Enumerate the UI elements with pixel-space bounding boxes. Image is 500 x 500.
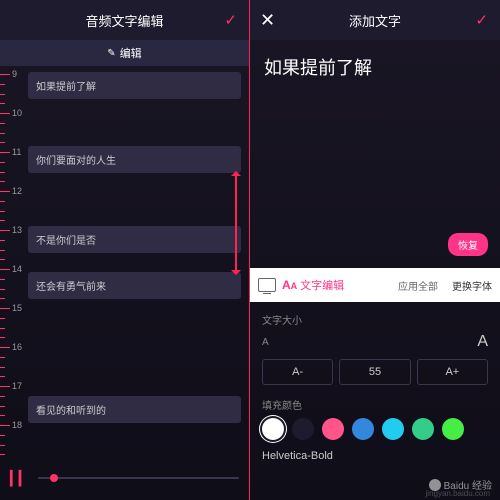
time-ruler: 9 10 11 12 13 14 15 16 17 18	[0, 66, 22, 456]
font-aa-icon: AA	[282, 278, 297, 292]
progress-slider[interactable]	[38, 477, 239, 479]
ruler-mark: 14	[12, 264, 22, 274]
color-swatch[interactable]	[292, 418, 314, 440]
pause-button[interactable]: ▎▎	[10, 470, 28, 487]
lyric-item[interactable]: 如果提前了解	[28, 72, 241, 99]
restore-button[interactable]: 恢复	[448, 233, 488, 256]
drag-arrow-icon	[235, 174, 237, 272]
size-value[interactable]: 55	[339, 359, 410, 385]
color-swatch[interactable]	[442, 418, 464, 440]
confirm-icon[interactable]: ✓	[224, 11, 237, 29]
ruler-mark: 13	[12, 225, 22, 235]
apply-all-button[interactable]: 应用全部	[398, 278, 438, 293]
lyric-item[interactable]: 不是你们是否	[28, 226, 241, 253]
watermark-url: jingyan.baidu.com	[426, 489, 490, 498]
ruler-mark: 11	[12, 147, 21, 157]
text-controls: 文字大小 A A A- 55 A+ 填充颜色 Helvetica-Bold	[250, 302, 500, 472]
right-title: 添加文字	[349, 11, 401, 30]
size-decrease-button[interactable]: A-	[262, 359, 333, 385]
text-preview: 如果提前了解 恢复	[250, 40, 500, 268]
color-swatch[interactable]	[382, 418, 404, 440]
edit-button[interactable]: ✎ 编辑	[0, 40, 249, 66]
lyric-item[interactable]: 你们要面对的人生	[28, 146, 241, 173]
ruler-mark: 12	[12, 186, 22, 196]
lyrics-timeline[interactable]: 9 10 11 12 13 14 15 16 17 18 如果提前了解你们要面对的人生不是你们是否…	[0, 66, 249, 456]
change-font-button[interactable]: 更换字体	[452, 278, 492, 293]
lyric-item[interactable]: 还会有勇气前来	[28, 272, 241, 299]
color-swatch[interactable]	[322, 418, 344, 440]
size-max-icon: A	[477, 333, 488, 351]
ruler-mark: 16	[12, 342, 22, 352]
right-header: ✕ 添加文字 ✓	[250, 0, 500, 40]
edit-label: 编辑	[120, 45, 142, 61]
ruler-mark: 18	[12, 420, 22, 430]
font-name-button[interactable]: Helvetica-Bold	[262, 450, 488, 462]
confirm-icon[interactable]: ✓	[475, 11, 488, 29]
color-picker	[262, 418, 488, 440]
size-min-icon: A	[262, 337, 269, 348]
size-label: 文字大小	[262, 312, 488, 327]
close-icon[interactable]: ✕	[260, 10, 275, 31]
progress-thumb[interactable]	[50, 474, 58, 482]
color-swatch[interactable]	[412, 418, 434, 440]
left-title: 音频文字编辑	[85, 11, 163, 30]
ruler-mark: 15	[12, 303, 22, 313]
ruler-mark: 17	[12, 381, 22, 391]
preview-text[interactable]: 如果提前了解	[264, 54, 486, 80]
color-swatch[interactable]	[352, 418, 374, 440]
color-swatch[interactable]	[262, 418, 284, 440]
size-increase-button[interactable]: A+	[417, 359, 488, 385]
lyric-item[interactable]: 看见的和听到的	[28, 396, 241, 423]
left-header: 音频文字编辑 ✓	[0, 0, 249, 40]
keyboard-icon[interactable]	[258, 278, 276, 292]
ruler-mark: 9	[12, 69, 17, 79]
ruler-mark: 10	[12, 108, 22, 118]
pencil-icon: ✎	[107, 48, 115, 59]
tab-bar: AA 文字编辑 应用全部 更换字体	[250, 268, 500, 302]
tab-text-edit[interactable]: AA 文字编辑	[282, 277, 344, 293]
player-bar: ▎▎	[0, 456, 249, 500]
color-label: 填充颜色	[262, 397, 488, 412]
